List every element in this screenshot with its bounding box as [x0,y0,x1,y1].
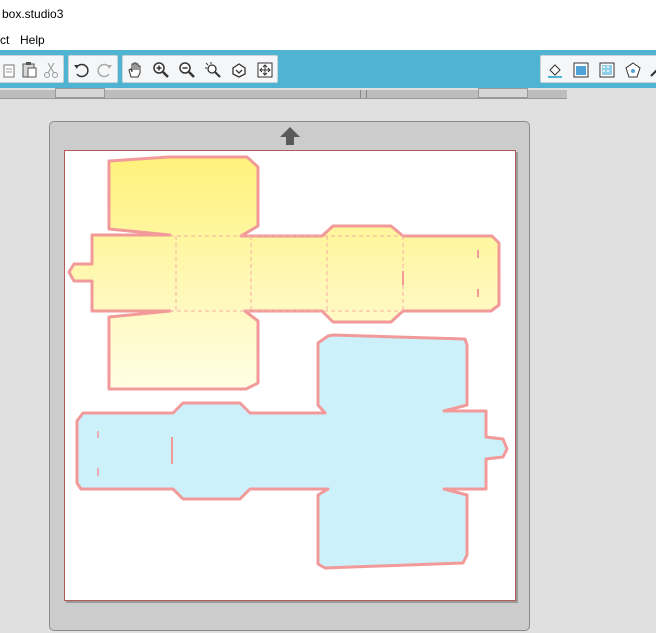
toolbar [0,50,656,88]
zoom-fit-icon[interactable] [229,60,249,80]
edit-tool-group [0,55,64,83]
fill-bucket-icon[interactable] [545,60,565,80]
paste-icon[interactable] [0,60,19,80]
media-sheet [64,150,516,601]
redo-icon[interactable] [95,60,115,80]
ruler-center-tick [360,90,361,98]
title-bar: box.studio3 [0,0,656,30]
menu-bar: ct Help [0,30,656,50]
pan-hand-icon[interactable] [125,60,145,80]
undo-icon[interactable] [71,60,91,80]
feed-direction-arrow-icon[interactable] [279,126,301,146]
ruler-handle-right[interactable] [478,88,528,98]
ruler-center-tick [366,90,367,98]
style-tool-group [540,55,656,83]
zoom-in-icon[interactable] [151,60,171,80]
window-title: box.studio3 [2,7,64,21]
view-tool-group [122,55,278,83]
cutting-mat [49,121,530,631]
design-canvas[interactable] [65,151,515,600]
line-style-icon[interactable] [647,60,656,80]
fill-pattern-icon[interactable] [597,60,617,80]
ruler-handle-left[interactable] [55,88,105,98]
horizontal-ruler[interactable] [0,88,567,99]
zoom-out-icon[interactable] [177,60,197,80]
menu-item-help[interactable]: Help [20,33,45,47]
scissors-icon[interactable] [41,60,61,80]
line-color-icon[interactable] [571,60,591,80]
shape-icon[interactable] [623,60,643,80]
zoom-select-icon[interactable] [203,60,223,80]
zoom-to-fit-page-icon[interactable] [255,60,275,80]
clipboard-icon[interactable] [19,60,39,80]
history-tool-group [68,55,118,83]
menu-item-select[interactable]: ct [0,33,9,47]
